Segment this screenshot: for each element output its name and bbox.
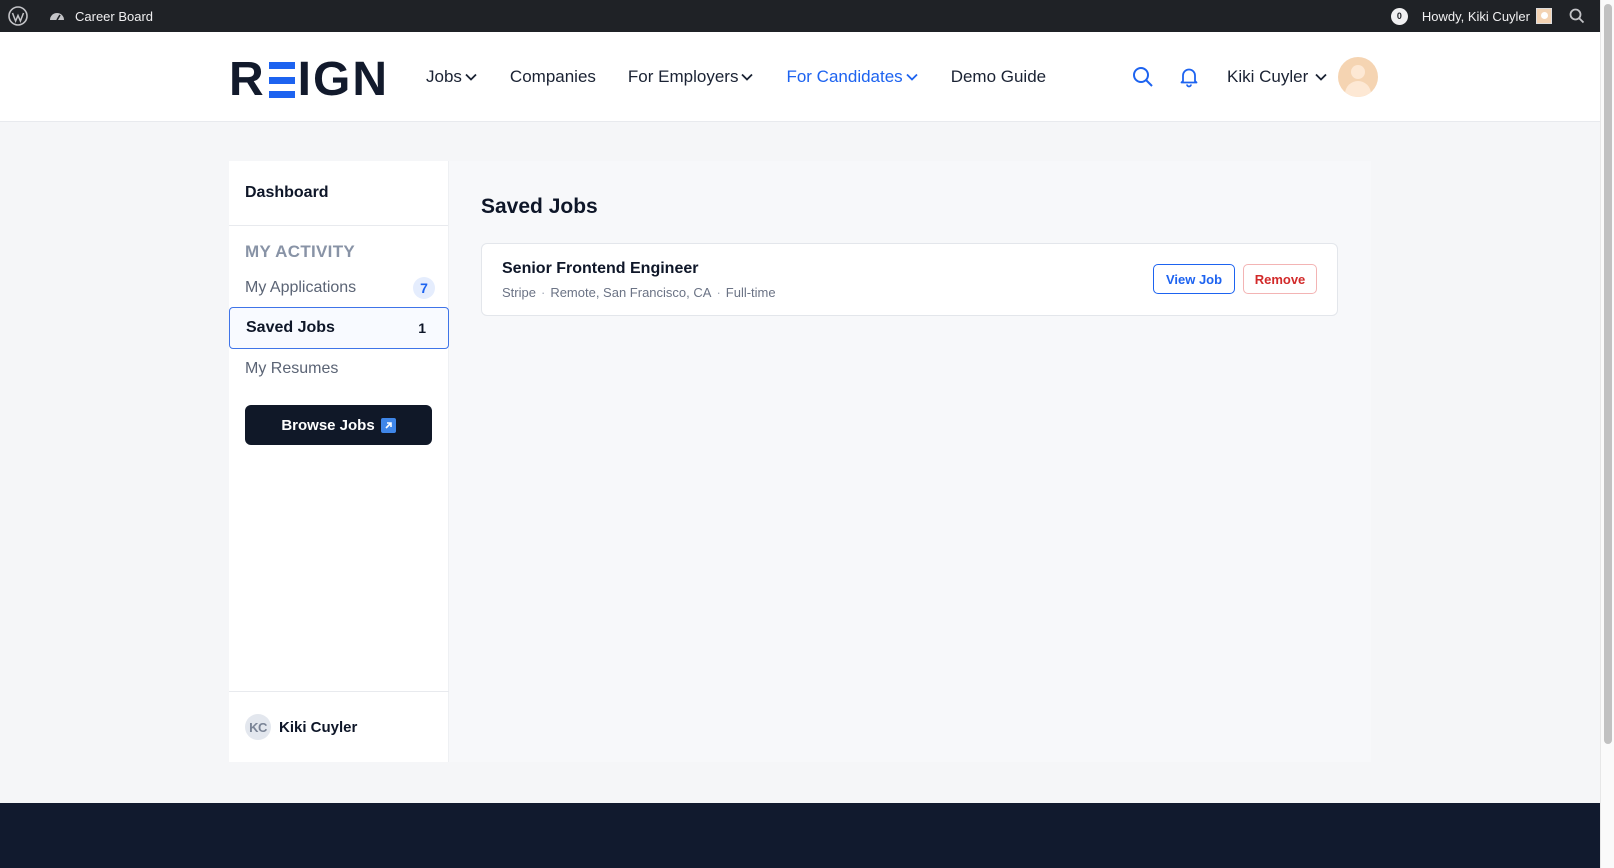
sidebar-dashboard-link[interactable]: Dashboard [229, 161, 448, 226]
user-menu[interactable]: Kiki Cuyler [1227, 32, 1379, 122]
nav-companies[interactable]: Companies [510, 67, 596, 87]
nav-companies-label: Companies [509, 67, 596, 86]
sidebar-item-label: My Applications [245, 279, 357, 296]
sidebar-user[interactable]: KC Kiki Cuyler [229, 691, 449, 762]
nav-demo-guide[interactable]: Demo Guide [951, 67, 1046, 87]
chevron-down-icon [1314, 72, 1328, 82]
main-nav: Jobs Companies For Employers For Candida… [426, 32, 1078, 122]
count-badge: 7 [413, 277, 435, 299]
chevron-down-icon [905, 72, 919, 82]
search-icon[interactable] [1131, 65, 1155, 89]
remove-job-button[interactable]: Remove [1243, 264, 1317, 294]
dashboard-sidebar: Dashboard MY ACTIVITY My Applications 7 … [229, 161, 449, 762]
sidebar-item-label: Saved Jobs [246, 319, 335, 336]
nav-for-candidates-label: For Candidates [786, 67, 903, 86]
page-scrollbar[interactable] [1600, 0, 1614, 868]
job-type: Full-time [725, 285, 776, 300]
bell-icon[interactable] [1177, 65, 1201, 89]
sidebar-user-name: Kiki Cuyler [279, 718, 358, 736]
chevron-down-icon [740, 72, 754, 82]
job-title[interactable]: Senior Frontend Engineer [502, 260, 698, 278]
howdy-user-link[interactable]: Howdy, Kiki Cuyler [1422, 9, 1530, 24]
browse-jobs-label: Browse Jobs [281, 416, 375, 434]
saved-job-card: Senior Frontend Engineer Stripe · Remote… [481, 243, 1338, 316]
job-company: Stripe [502, 285, 536, 300]
chevron-down-icon [464, 72, 478, 82]
user-initials-avatar: KC [245, 714, 271, 740]
sidebar-item-my-applications[interactable]: My Applications 7 [229, 267, 449, 309]
nav-demo-guide-label: Demo Guide [950, 67, 1047, 86]
avatar[interactable] [1338, 57, 1379, 97]
job-meta: Stripe · Remote, San Francisco, CA · Ful… [502, 285, 776, 300]
wordpress-icon[interactable] [8, 6, 28, 26]
admin-avatar[interactable] [1536, 8, 1552, 24]
header-icons [1131, 32, 1223, 122]
sidebar-item-saved-jobs[interactable]: Saved Jobs 1 [229, 307, 449, 349]
nav-for-employers[interactable]: For Employers [628, 67, 755, 87]
logo-e-bars [268, 62, 295, 98]
view-job-button[interactable]: View Job [1153, 264, 1235, 294]
dashboard-icon[interactable] [48, 7, 66, 25]
browse-jobs-button[interactable]: Browse Jobs [245, 405, 432, 445]
reign-logo[interactable]: R IGN [229, 56, 389, 104]
notification-count-badge[interactable]: 0 [1390, 7, 1408, 25]
nav-jobs[interactable]: Jobs [426, 67, 478, 87]
section-title-my-activity: MY ACTIVITY [245, 242, 356, 261]
meta-separator: · [540, 285, 546, 300]
nav-for-employers-label: For Employers [627, 67, 739, 86]
job-location: Remote, San Francisco, CA [550, 285, 712, 300]
search-icon[interactable] [1568, 7, 1586, 25]
site-footer [0, 803, 1600, 868]
sidebar-item-my-resumes[interactable]: My Resumes [229, 348, 449, 390]
nav-jobs-label: Jobs [426, 67, 462, 86]
saved-jobs-panel: Saved Jobs Senior Frontend Engineer Stri… [449, 161, 1371, 762]
page-title: Saved Jobs [481, 195, 598, 218]
external-link-icon [380, 417, 396, 433]
admin-bar: Career Board 0 Howdy, Kiki Cuyler [0, 0, 1600, 32]
count-badge: 1 [418, 320, 426, 336]
scrollbar-thumb[interactable] [1604, 4, 1612, 744]
nav-for-candidates[interactable]: For Candidates [786, 67, 918, 87]
site-header: R IGN Jobs Companies For Employers For Ca… [0, 32, 1600, 122]
user-name: Kiki Cuyler [1227, 67, 1309, 86]
meta-separator: · [716, 285, 721, 300]
site-name-link[interactable]: Career Board [75, 9, 153, 24]
sidebar-item-label: My Resumes [245, 360, 339, 377]
